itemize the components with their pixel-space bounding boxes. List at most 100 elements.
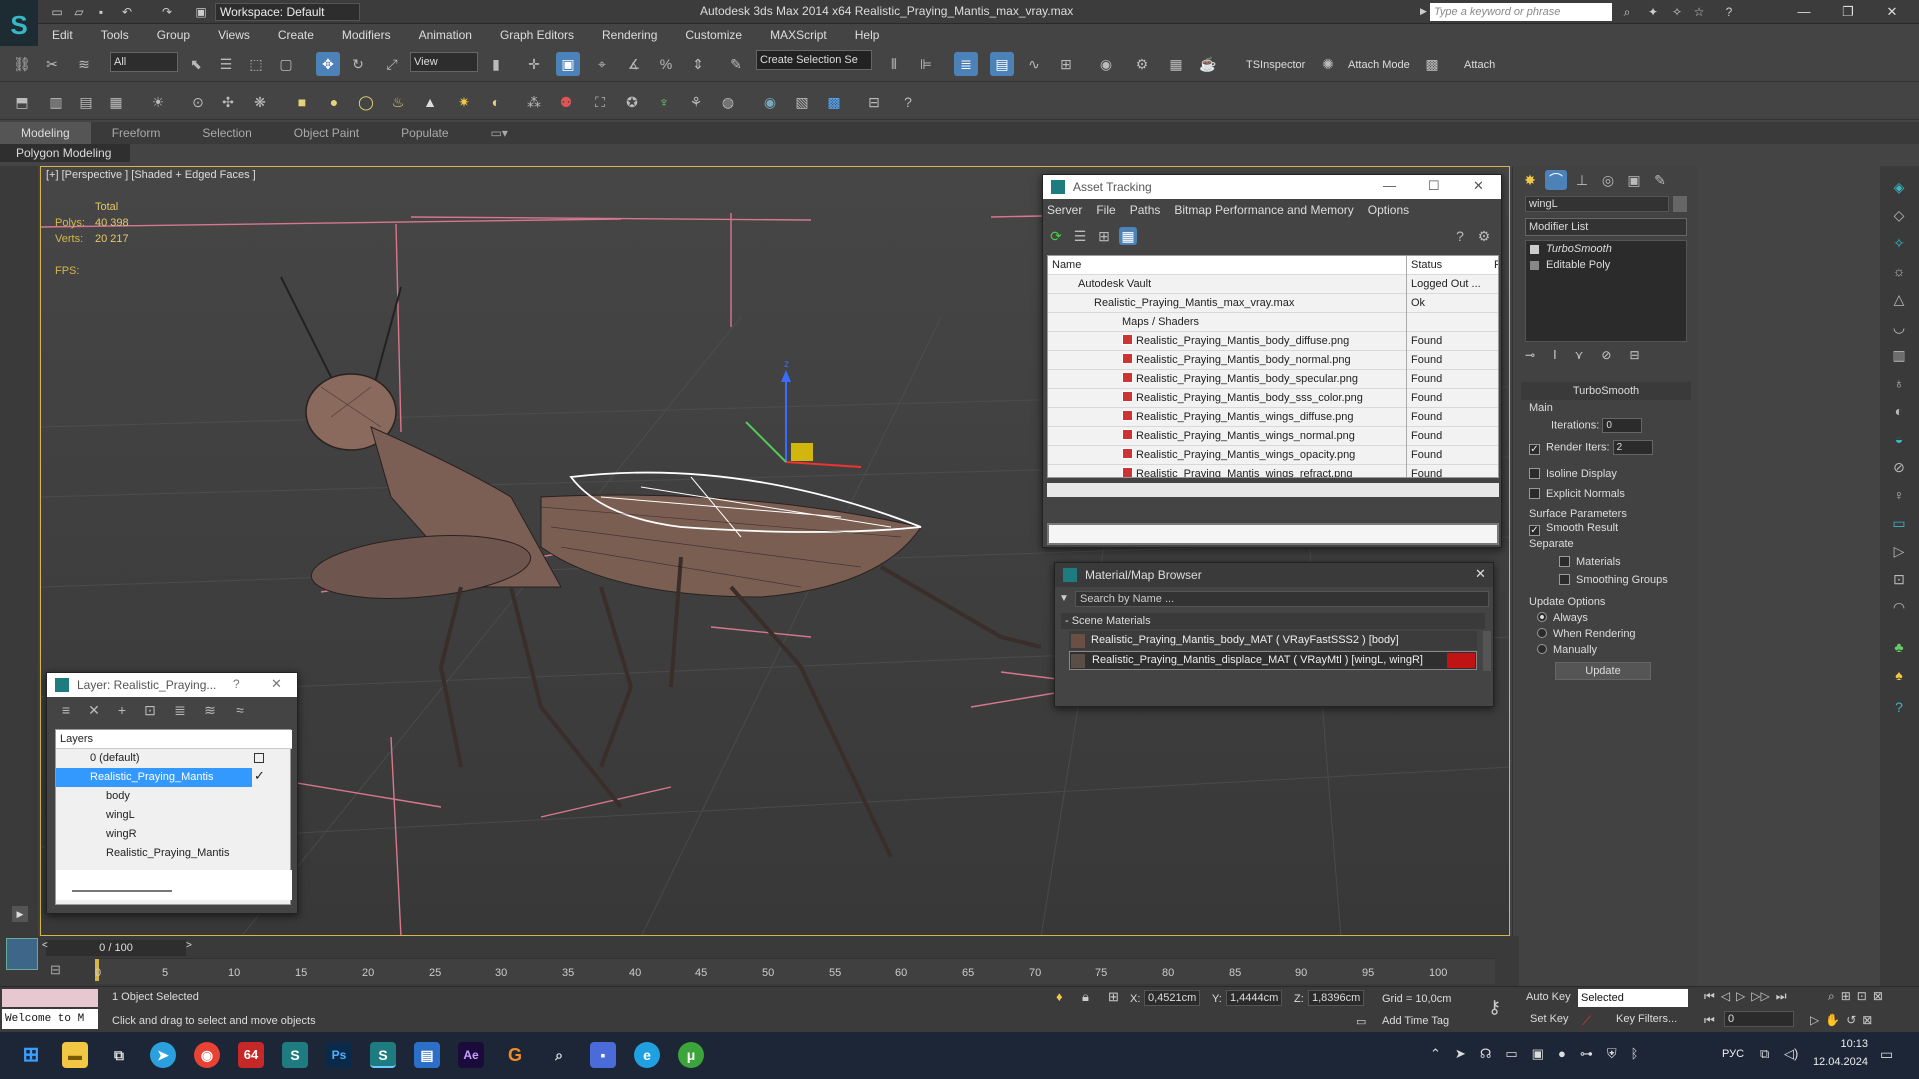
- asset-horizontal-scrollbar[interactable]: [1047, 483, 1499, 497]
- vray-sphere-icon[interactable]: ◐: [1888, 400, 1910, 422]
- expand-arrow-icon[interactable]: ▶: [1420, 6, 1427, 17]
- manipulate-icon[interactable]: ✛: [522, 52, 546, 76]
- attach-mode-label[interactable]: Attach Mode: [1348, 59, 1410, 71]
- vray-physical-icon[interactable]: ◇: [1888, 204, 1910, 226]
- window-crossing-icon[interactable]: ▢: [274, 52, 298, 76]
- x-coordinate-field[interactable]: 0,4521cm: [1144, 990, 1200, 1006]
- absolute-mode-icon[interactable]: ⊞: [1108, 989, 1119, 1005]
- search-options-icon[interactable]: ▼: [1059, 593, 1069, 604]
- object-name-field[interactable]: wingL: [1525, 196, 1669, 212]
- space-warps-icon[interactable]: ❋: [248, 90, 272, 114]
- teapot-icon[interactable]: ♨: [386, 90, 410, 114]
- shell-icon[interactable]: ◍: [716, 90, 740, 114]
- menu-animation[interactable]: Animation: [405, 28, 486, 42]
- materials-checkbox[interactable]: [1559, 556, 1570, 567]
- named-selection-dropdown[interactable]: Create Selection Se: [756, 50, 872, 70]
- highlight-layer-icon[interactable]: ≣: [171, 701, 189, 719]
- save-app-icon[interactable]: ▪: [590, 1042, 616, 1068]
- list-view-icon[interactable]: ☰: [1071, 227, 1089, 245]
- configure-sets-icon[interactable]: ⊟: [1629, 348, 1639, 362]
- asset-path-field[interactable]: [1047, 523, 1499, 545]
- material-search-input[interactable]: Search by Name ...: [1075, 591, 1489, 607]
- edge-icon[interactable]: e: [634, 1042, 660, 1068]
- snap-toggle-icon[interactable]: ⌖: [590, 52, 614, 76]
- open-file-icon[interactable]: ▱: [70, 3, 88, 21]
- rotate-icon[interactable]: ↻: [346, 52, 370, 76]
- create-layer-icon[interactable]: ≡: [57, 701, 75, 719]
- tray-volume-icon[interactable]: ◁): [1784, 1046, 1798, 1062]
- render-sphere-icon[interactable]: ◉: [758, 90, 782, 114]
- play-icon[interactable]: ▷: [1736, 989, 1745, 1004]
- hierarchy-tab-icon[interactable]: ⊥: [1571, 170, 1593, 190]
- display-tab-icon[interactable]: ▣: [1623, 170, 1645, 190]
- set-key-icon[interactable]: ⟋: [1582, 1013, 1591, 1029]
- material-item[interactable]: Realistic_Praying_Mantis_body_MAT ( VRay…: [1069, 631, 1477, 650]
- scene-materials-header[interactable]: - Scene Materials: [1061, 613, 1485, 629]
- asset-menu-paths[interactable]: Paths: [1130, 203, 1161, 217]
- camera-icon[interactable]: ⊙: [186, 90, 210, 114]
- task-view-icon[interactable]: ⧉: [106, 1042, 132, 1068]
- transform-gizmo[interactable]: [745, 370, 862, 468]
- graphite-toolbar-icon[interactable]: ▤: [990, 52, 1014, 76]
- utilities-tab-icon[interactable]: ✎: [1649, 170, 1671, 190]
- remove-modifier-icon[interactable]: ⊘: [1601, 348, 1611, 362]
- smooth-result-checkbox[interactable]: ✓: [1529, 525, 1540, 536]
- layer-object-row[interactable]: wingR: [56, 825, 292, 844]
- show-end-result-icon[interactable]: Ⅰ: [1553, 348, 1557, 362]
- tab-selection[interactable]: Selection: [181, 126, 272, 140]
- manually-radio[interactable]: [1537, 644, 1547, 654]
- time-tag-icon[interactable]: ▭: [1356, 1015, 1366, 1028]
- add-to-layer-icon[interactable]: +: [113, 701, 131, 719]
- select-object-icon[interactable]: ⬉: [184, 52, 208, 76]
- stack-item-editable-poly[interactable]: Editable Poly: [1546, 259, 1610, 271]
- key-set-dropdown[interactable]: Selected: [1578, 989, 1688, 1007]
- asset-menu-options[interactable]: Options: [1368, 203, 1409, 217]
- vray-dome-icon[interactable]: ◡: [1888, 316, 1910, 338]
- hair-icon[interactable]: ♆: [652, 90, 676, 114]
- menu-create[interactable]: Create: [264, 28, 328, 42]
- helpers-icon[interactable]: ✣: [216, 90, 240, 114]
- texture-icon[interactable]: ▧: [790, 90, 814, 114]
- file-explorer-icon[interactable]: ▬: [62, 1042, 88, 1068]
- edit-named-selection-icon[interactable]: ✎: [724, 52, 748, 76]
- menu-tools[interactable]: Tools: [87, 28, 143, 42]
- project-folder-icon[interactable]: ▣: [192, 3, 210, 21]
- hair-fur-icon[interactable]: ⚘: [684, 90, 708, 114]
- table-row[interactable]: Realistic_Praying_Mantis_wings_normal.pn…: [1048, 427, 1498, 446]
- modifier-list-dropdown[interactable]: Modifier List: [1525, 218, 1687, 236]
- delete-layer-icon[interactable]: ✕: [85, 701, 103, 719]
- selection-filter-dropdown[interactable]: All: [110, 52, 178, 72]
- 3dsmax-active-icon[interactable]: S: [370, 1042, 396, 1068]
- z-coordinate-field[interactable]: 1,8396cm: [1308, 990, 1364, 1006]
- table-row[interactable]: Realistic_Praying_Mantis_max_vray.max Ok: [1048, 294, 1498, 313]
- tray-display-icon[interactable]: ▣: [1532, 1046, 1544, 1062]
- sphere-icon[interactable]: ●: [322, 90, 346, 114]
- cloth-icon[interactable]: ⛶: [588, 90, 612, 114]
- update-button[interactable]: Update: [1555, 662, 1651, 680]
- tray-bluetooth-icon[interactable]: ᛒ: [1631, 1046, 1639, 1062]
- undo-icon[interactable]: ↶: [118, 3, 136, 21]
- tsinspector-label[interactable]: TSInspector: [1246, 59, 1305, 71]
- angle-snap-icon[interactable]: ∡: [622, 52, 646, 76]
- material-browser-close-icon[interactable]: ✕: [1475, 566, 1486, 582]
- keyboard-shortcut-icon[interactable]: ▣: [556, 52, 580, 76]
- subscription-icon[interactable]: ✦: [1644, 3, 1662, 21]
- photoshop-icon[interactable]: Ps: [326, 1042, 352, 1068]
- col-status[interactable]: Status: [1406, 256, 1492, 275]
- vray-fur-icon[interactable]: ♁: [1888, 372, 1910, 394]
- checker-icon[interactable]: ▩: [1420, 52, 1444, 76]
- table-row[interactable]: Realistic_Praying_Mantis_body_sss_color.…: [1048, 389, 1498, 408]
- menu-maxscript[interactable]: MAXScript: [756, 28, 841, 42]
- y-coordinate-field[interactable]: 1,4444cm: [1226, 990, 1282, 1006]
- col-p[interactable]: P: [1494, 256, 1498, 275]
- asset-maximize-icon[interactable]: ☐: [1428, 178, 1440, 194]
- schematic-view-icon[interactable]: ⊞: [1054, 52, 1078, 76]
- torrent-icon[interactable]: μ: [678, 1042, 704, 1068]
- material-editor-icon[interactable]: ◉: [1094, 52, 1118, 76]
- pivot-icon[interactable]: ▮: [484, 52, 508, 76]
- orbit-icon[interactable]: ↺: [1846, 1013, 1856, 1027]
- table-row[interactable]: Autodesk Vault Logged Out ...: [1048, 275, 1498, 294]
- vray-bulb-icon[interactable]: ♠: [1888, 664, 1910, 686]
- binoculars-icon[interactable]: ⌕: [1618, 3, 1636, 21]
- vray-ies-icon[interactable]: △: [1888, 288, 1910, 310]
